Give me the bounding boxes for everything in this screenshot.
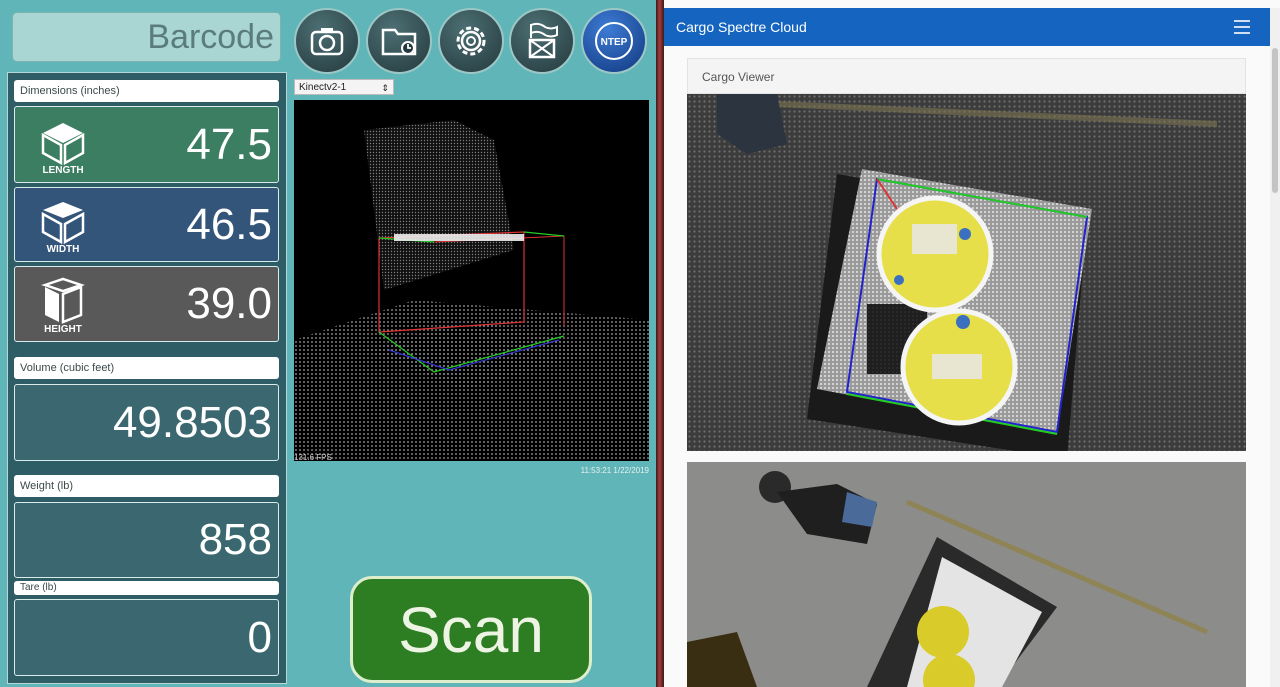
weight-value: 858 <box>198 515 272 564</box>
height-box-icon <box>41 277 85 324</box>
app-bar: Cargo Spectre Cloud <box>664 8 1270 46</box>
point-cloud-top-view <box>687 94 1246 451</box>
width-caption: WIDTH <box>46 244 80 255</box>
svg-text:NTEP: NTEP <box>601 37 628 48</box>
tare-value: 0 <box>247 612 272 662</box>
scrollbar-thumb[interactable] <box>1272 48 1278 193</box>
weight-card: 858 <box>14 502 279 578</box>
camera-select-value: Kinectv2-1 <box>299 82 347 93</box>
height-caption: HEIGHT <box>44 324 82 335</box>
select-arrow-icon: ⇕ <box>381 83 389 93</box>
point-cloud-viewport[interactable] <box>294 100 649 461</box>
width-card: WIDTH 46.5 <box>14 187 279 262</box>
gear-icon <box>456 26 486 56</box>
width-value: 46.5 <box>186 199 272 249</box>
camera-select[interactable]: Kinectv2-1 ⇕ <box>294 79 394 95</box>
ntep-button[interactable]: NTEP <box>581 8 647 74</box>
menu-icon[interactable] <box>1234 20 1250 34</box>
camera-icon <box>310 28 344 56</box>
scan-button[interactable]: Scan <box>350 576 592 683</box>
fps-readout: 131.6 FPS <box>294 453 332 462</box>
weight-label: Weight (lb) <box>14 475 279 497</box>
viewer-header: Cargo Viewer <box>687 58 1246 94</box>
length-value: 47.5 <box>186 119 272 169</box>
history-button[interactable] <box>366 8 432 74</box>
height-card: HEIGHT 39.0 <box>14 266 279 342</box>
length-box-icon <box>41 123 85 165</box>
width-box-icon <box>41 202 85 245</box>
camera-button[interactable] <box>294 8 360 74</box>
dimensions-label: Dimensions (inches) <box>14 80 279 102</box>
barcode-field[interactable]: Barcode <box>12 12 281 62</box>
volume-card: 49.8503 <box>14 384 279 461</box>
app-title: Cargo Spectre Cloud <box>676 19 807 35</box>
tare-card: 0 <box>14 599 279 676</box>
tare-label: Tare (lb) <box>14 581 279 595</box>
window-divider <box>656 0 664 687</box>
height-value: 39.0 <box>186 279 272 328</box>
ntep-icon: NTEP <box>595 22 633 60</box>
volume-label: Volume (cubic feet) <box>14 357 279 379</box>
overhead-photo-render <box>687 462 1246 687</box>
crate-flag-icon <box>528 22 558 59</box>
settings-button[interactable] <box>438 8 504 74</box>
volume-value: 49.8503 <box>112 397 272 447</box>
crate-button[interactable] <box>509 8 575 74</box>
top-view-render <box>687 94 1246 451</box>
folder-history-icon <box>381 28 417 56</box>
length-card: LENGTH 47.5 <box>14 106 279 183</box>
capture-timestamp: 11:53:21 1/22/2019 <box>580 466 649 475</box>
scanner-app: Barcode NTEP Dimensions (inches) LENGTH … <box>0 0 656 687</box>
cloud-app: Cargo Spectre Cloud Cargo Viewer <box>664 0 1280 687</box>
overhead-camera-photo <box>687 462 1246 687</box>
length-caption: LENGTH <box>42 165 84 176</box>
point-cloud-render <box>294 120 649 461</box>
